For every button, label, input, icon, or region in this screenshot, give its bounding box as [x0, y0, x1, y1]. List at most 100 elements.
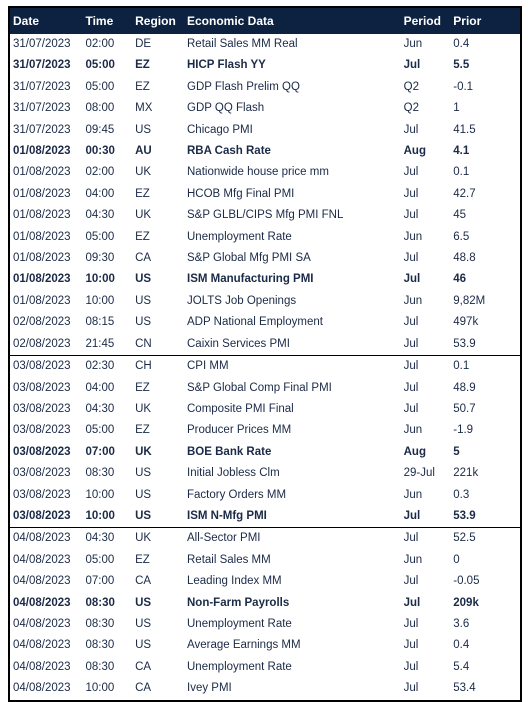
table-row[interactable]: 03/08/2023 10:00 US ISM N-Mfg PMI Jul 53.9 — [10, 506, 520, 528]
cell-date: 31/07/2023 — [13, 59, 71, 72]
cell-period: Q2 — [403, 102, 419, 115]
table-header-row: Date Time Region Economic Data Period Pr… — [10, 8, 520, 34]
cell-period: Jun — [403, 230, 423, 243]
cell-prior: 45 — [453, 209, 467, 222]
cell-region: AU — [135, 145, 152, 158]
cell-date: 01/08/2023 — [13, 166, 71, 179]
cell-economic-data: S&P GLBL/CIPS Mfg PMI FNL — [187, 209, 344, 222]
table-row[interactable]: 03/08/2023 02:30 CH CPI MM Jul 0.1 — [10, 355, 520, 378]
table-row[interactable]: 04/08/2023 05:00 EZ Retail Sales MM Jun 0 — [10, 550, 520, 571]
table-row[interactable]: 31/07/2023 08:00 MX GDP QQ Flash Q2 1 — [10, 98, 520, 119]
cell-economic-data: Caixin Services PMI — [187, 337, 290, 350]
cell-period: Aug — [403, 145, 426, 158]
column-header-time[interactable]: Time — [84, 8, 135, 34]
column-header-region[interactable]: Region — [134, 8, 186, 34]
cell-time: 05:00 — [85, 553, 115, 566]
table-row[interactable]: 04/08/2023 08:30 US Unemployment Rate Jul 3.6 — [10, 614, 520, 635]
table-row[interactable]: 03/08/2023 10:00 US Factory Orders MM Jun 0.3 — [10, 485, 520, 506]
cell-period: Q2 — [403, 80, 419, 93]
table-row[interactable]: 01/08/2023 04:30 UK S&P GLBL/CIPS Mfg PMI F… — [10, 205, 520, 226]
cell-date: 31/07/2023 — [13, 80, 71, 93]
cell-date: 03/08/2023 — [13, 424, 71, 437]
cell-date: 01/08/2023 — [13, 273, 71, 286]
cell-region: EZ — [135, 59, 150, 72]
table-row[interactable]: 03/08/2023 05:00 EZ Producer Prices MM Jun -1… — [10, 420, 520, 441]
cell-prior: 41.5 — [453, 123, 476, 136]
table-row[interactable]: 01/08/2023 02:00 UK Nationwide house price … — [10, 162, 520, 183]
cell-period: Jul — [403, 187, 419, 200]
cell-economic-data: ADP National Employment — [187, 316, 323, 329]
cell-period: Jun — [403, 553, 423, 566]
cell-region: CN — [135, 337, 152, 350]
column-header-period[interactable]: Period — [402, 8, 453, 34]
cell-region: US — [135, 273, 152, 286]
cell-date: 04/08/2023 — [13, 596, 71, 609]
table-row[interactable]: 01/08/2023 09:30 CA S&P Global Mfg PMI SA Ju… — [10, 248, 520, 269]
table-row[interactable]: 31/07/2023 05:00 EZ GDP Flash Prelim QQ Q2 -0… — [10, 77, 520, 98]
cell-region: US — [135, 467, 152, 480]
table-row[interactable]: 04/08/2023 10:00 CA Ivey PMI Jul 53.4 — [10, 678, 520, 699]
cell-date: 04/08/2023 — [13, 553, 71, 566]
cell-period: Jul — [403, 381, 419, 394]
table-row[interactable]: 03/08/2023 04:00 EZ S&P Global Comp Final P… — [10, 378, 520, 399]
cell-prior: 6.5 — [453, 230, 470, 243]
cell-region: EZ — [135, 381, 150, 394]
table-row[interactable]: 02/08/2023 08:15 US ADP National Employment… — [10, 312, 520, 333]
cell-economic-data: Retail Sales MM — [187, 553, 271, 566]
cell-economic-data: HCOB Mfg Final PMI — [187, 187, 295, 200]
table-row[interactable]: 31/07/2023 09:45 US Chicago PMI Jul 41.5 — [10, 120, 520, 141]
table-row[interactable]: 04/08/2023 04:30 UK All-Sector PMI Jul 52.5 — [10, 527, 520, 550]
cell-date: 01/08/2023 — [13, 187, 71, 200]
table-row[interactable]: 01/08/2023 05:00 EZ Unemployment Rate Jun 6.5 — [10, 227, 520, 248]
cell-time: 02:00 — [85, 38, 115, 50]
cell-economic-data: S&P Global Comp Final PMI — [187, 381, 332, 394]
table-row[interactable]: 01/08/2023 10:00 US JOLTS Job Openings Jun 9,… — [10, 291, 520, 312]
cell-region: UK — [135, 209, 152, 222]
table-row[interactable]: 01/08/2023 00:30 AU RBA Cash Rate Aug 4.1 — [10, 141, 520, 162]
cell-prior: 0.1 — [453, 166, 470, 179]
table-row[interactable]: 04/08/2023 07:00 CA Leading Index MM Jul -0.0… — [10, 571, 520, 592]
column-header-prior[interactable]: Prior — [452, 8, 520, 34]
cell-prior: 0 — [453, 553, 460, 566]
cell-date: 04/08/2023 — [10, 527, 85, 550]
cell-time: 02:30 — [84, 355, 135, 378]
cell-time: 04:00 — [85, 381, 115, 394]
cell-time: 10:00 — [85, 294, 115, 307]
cell-period: Jul — [403, 509, 421, 522]
cell-date: 03/08/2023 — [13, 509, 71, 522]
table-row[interactable]: 03/08/2023 08:30 US Initial Jobless Clm 29-J… — [10, 463, 520, 484]
table-row[interactable]: 04/08/2023 08:30 CA Unemployment Rate Jul 5.4 — [10, 657, 520, 678]
cell-time: 08:15 — [85, 316, 115, 329]
cell-region: UK — [134, 527, 186, 550]
column-header-date[interactable]: Date — [10, 8, 85, 34]
table-row[interactable]: 31/07/2023 02:00 DE Retail Sales MM Real Jun… — [10, 34, 520, 55]
cell-date: 01/08/2023 — [13, 252, 71, 265]
table-row[interactable]: 04/08/2023 08:30 US Average Earnings MM Jul 0… — [10, 635, 520, 656]
table-row[interactable]: 03/08/2023 07:00 UK BOE Bank Rate Aug 5 — [10, 442, 520, 463]
table-row[interactable]: 03/08/2023 04:30 UK Composite PMI Final Jul 5… — [10, 399, 520, 420]
table-row[interactable]: 04/08/2023 08:30 US Non-Farm Payrolls Jul 209… — [10, 593, 520, 614]
table-row[interactable]: 01/08/2023 10:00 US ISM Manufacturing PMI Ju… — [10, 269, 520, 290]
column-header-economic-data[interactable]: Economic Data — [186, 8, 403, 34]
cell-period: Jul — [403, 273, 421, 286]
cell-region: CA — [135, 682, 152, 695]
table-row[interactable]: 31/07/2023 05:00 EZ HICP Flash YY Jul 5.5 — [10, 55, 520, 76]
cell-region: US — [135, 123, 152, 136]
cell-economic-data: Chicago PMI — [187, 123, 253, 136]
table-row[interactable]: 02/08/2023 21:45 CN Caixin Services PMI Jul 5… — [10, 334, 520, 356]
cell-prior: -1.9 — [453, 424, 474, 437]
cell-time: 08:30 — [85, 596, 115, 609]
table-header: Date Time Region Economic Data Period Pr… — [10, 8, 520, 34]
cell-date: 03/08/2023 — [13, 445, 71, 458]
table-row[interactable]: 01/08/2023 04:00 EZ HCOB Mfg Final PMI Jul 42… — [10, 184, 520, 205]
cell-date: 04/08/2023 — [13, 575, 71, 588]
cell-prior: 209k — [453, 596, 479, 609]
cell-time: 05:00 — [85, 59, 115, 72]
cell-prior: 5.4 — [453, 660, 470, 673]
cell-period: Jul — [403, 123, 419, 136]
economic-events-table: Date Time Region Economic Data Period Pr… — [10, 8, 520, 700]
cell-economic-data: Unemployment Rate — [187, 230, 292, 243]
cell-time: 05:00 — [85, 424, 115, 437]
cell-region: US — [135, 509, 152, 522]
cell-period: Jun — [403, 294, 423, 307]
